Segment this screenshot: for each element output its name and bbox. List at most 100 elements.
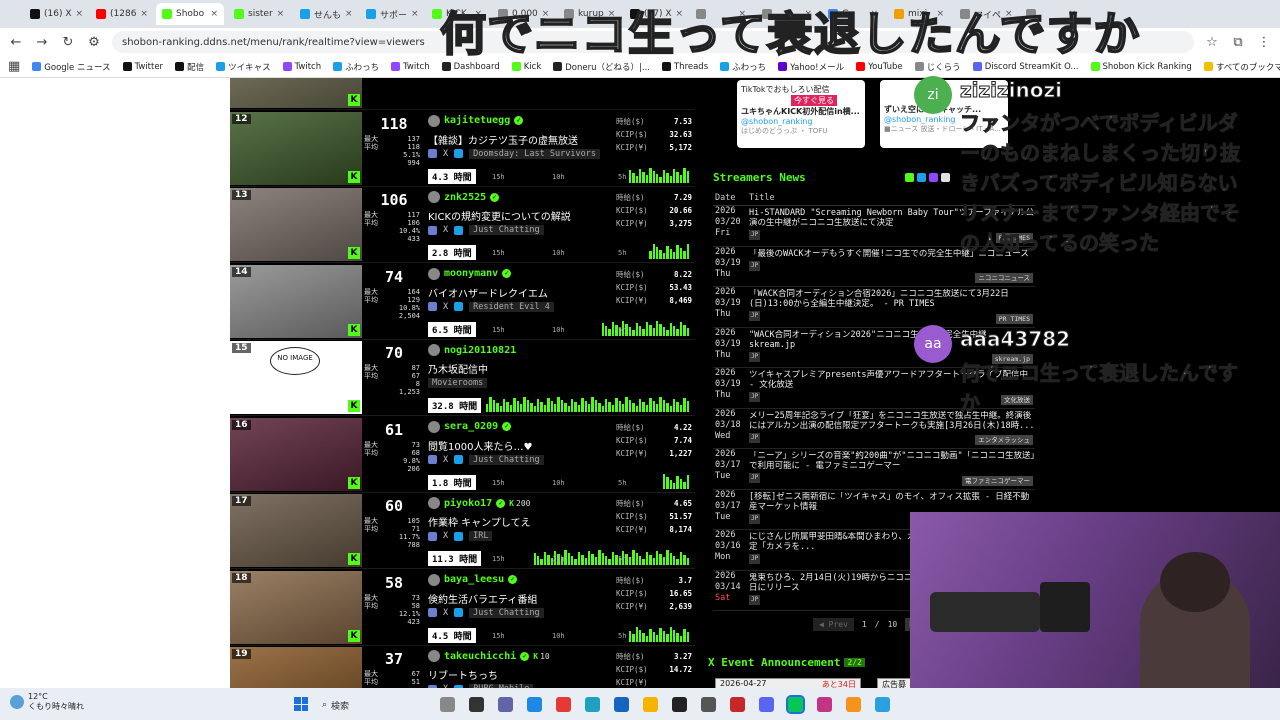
windows-start-icon[interactable] [294, 697, 308, 711]
category-label[interactable]: Just Chatting [469, 225, 544, 235]
bookmark-item[interactable]: ふわっち [333, 61, 379, 73]
tab-close-icon[interactable]: × [210, 9, 218, 19]
news-title-link[interactable]: 「WACK合同オーディション合宿2026」ニコニコ生放送にて3月22日(日)13… [749, 289, 1035, 309]
stream-thumbnail[interactable]: 12 K [230, 111, 362, 185]
channel-name-link[interactable]: piyoko17 ✓ K 200 [428, 497, 530, 509]
taskbar-line-icon[interactable] [786, 695, 805, 714]
taskbar-app-icon[interactable] [846, 697, 861, 712]
category-label[interactable]: Just Chatting [469, 607, 544, 618]
stream-title[interactable]: KICKの規約変更についての解説 [428, 208, 571, 223]
x-icon[interactable]: X [443, 302, 448, 312]
channel-name-link[interactable]: sera_0209 ✓ [428, 420, 512, 433]
twitcasting-icon[interactable] [454, 608, 464, 617]
bookmark-item[interactable]: 配信 [175, 61, 204, 73]
taskbar-terminal-icon[interactable] [469, 697, 484, 712]
channel-name-link[interactable]: moonymanv ✓ [428, 267, 512, 280]
stream-thumbnail[interactable]: NO IMAGE 15 K [230, 341, 362, 414]
taskbar-discord-icon[interactable] [759, 697, 774, 712]
browser-tab[interactable]: せんも × [294, 3, 356, 25]
ranking-row[interactable]: 18 K 58 最大 73 平均 58 12.1% 423 baya_leesu ✓ 倹約生活バラエテ… [230, 570, 695, 646]
taskbar-instagram-icon[interactable] [817, 697, 832, 712]
reload-icon[interactable]: ↻ [60, 35, 76, 50]
bookmark-item[interactable]: Twitter [122, 62, 163, 72]
stream-title[interactable]: バイオハザードレクイエム [428, 285, 548, 300]
channel-name-link[interactable]: takeuchicchi ✓ K 10 [428, 650, 550, 662]
event-ad-card[interactable]: 広告募 [877, 678, 911, 688]
tab-close-icon[interactable]: × [345, 9, 353, 19]
stream-title[interactable]: 倹約生活バラエティ番組 [428, 591, 537, 606]
stream-thumbnail[interactable]: 19K [230, 647, 362, 688]
taskbar-record-icon[interactable] [730, 697, 745, 712]
stream-title[interactable]: 乃木坂配信中 [428, 361, 488, 376]
browser-tab[interactable]: Shobo × [156, 3, 224, 25]
extensions-icon[interactable]: ⧉ [1230, 35, 1246, 50]
ranking-row[interactable]: 13 K 106 最大 117 平均 106 10.4% 433 znk2525 ✓ KICKの規約変… [230, 187, 695, 263]
kick-icon[interactable] [905, 173, 914, 182]
browser-tab[interactable]: sister × [228, 3, 290, 25]
stream-thumbnail[interactable]: 11K [230, 78, 362, 108]
tab-close-icon[interactable]: × [140, 9, 148, 19]
star-icon[interactable]: ☆ [1204, 35, 1220, 50]
twitcasting-icon[interactable] [917, 173, 926, 182]
taskbar-tool-icon[interactable] [875, 697, 890, 712]
taskbar-search[interactable]: ⌕ 検索 [322, 696, 392, 714]
stream-thumbnail[interactable]: 14 K [230, 264, 362, 338]
promo-account[interactable]: @shobon_ranking [741, 117, 861, 126]
category-label[interactable]: Just Chatting [469, 454, 544, 465]
tab-close-icon[interactable]: × [277, 9, 285, 19]
back-icon[interactable]: ← [8, 35, 24, 50]
twitcasting-icon[interactable] [454, 455, 464, 464]
tab-close-icon[interactable]: × [76, 9, 84, 19]
news-row[interactable]: 2026 03/19 Thu 「WACK合同オーディション合宿2026」ニコニコ生放送… [713, 287, 1035, 328]
site-info-icon[interactable]: ⚙ [86, 35, 102, 50]
taskbar-folder-icon[interactable] [643, 697, 658, 712]
bookmark-item[interactable]: Google ニュース [32, 61, 111, 73]
tab-close-icon[interactable]: × [411, 9, 419, 19]
x-icon[interactable]: X [443, 455, 448, 465]
browser-tab[interactable]: サポー × [360, 3, 422, 25]
taskbar-teams-icon[interactable] [498, 697, 513, 712]
stream-title[interactable]: 【雑談】カジテツ玉子の虚無放送 [428, 132, 578, 147]
taskbar-file-explorer-icon[interactable] [440, 697, 455, 712]
news-title-link[interactable]: 「ニーア」シリーズの音楽"約200曲"が"ニコニコ動画"「ニコニコ生放送」で利用… [749, 451, 1035, 471]
taskbar-steam-icon[interactable] [614, 697, 629, 712]
stream-thumbnail[interactable]: 16 K [230, 417, 362, 491]
twitcasting-icon[interactable] [454, 225, 464, 235]
stream-title[interactable]: リブートちっち [428, 667, 498, 682]
x-icon[interactable]: X [443, 608, 448, 618]
x-icon[interactable]: X [443, 225, 448, 235]
ranking-row[interactable]: 17 K 60 最大 105 平均 71 11.7% 788 piyoko17 ✓ K 200 作業枠 キ… [230, 493, 695, 569]
category-label[interactable]: Movierooms [428, 378, 488, 388]
promo-card-1[interactable]: TikTokでおもしろい配信 今すぐ見る ユキちゃんKICK初外配信in横...… [737, 80, 865, 148]
channel-name-link[interactable]: znk2525 ✓ [428, 191, 500, 203]
apps-icon[interactable]: ▦ [8, 59, 20, 74]
taskbar-edge-icon[interactable] [585, 697, 600, 712]
twitcasting-icon[interactable] [454, 149, 464, 158]
stream-thumbnail[interactable]: 13 K [230, 188, 362, 261]
category-label[interactable]: Doomsday: Last Survivors [469, 148, 600, 159]
forward-icon[interactable]: → [34, 35, 50, 50]
x-icon[interactable]: X [443, 149, 448, 159]
event-card[interactable]: 2026-04-27 あと34日 [715, 678, 861, 688]
prev-button[interactable]: ◀ Prev [813, 618, 854, 631]
channel-name-link[interactable]: baya_leesu ✓ [428, 573, 518, 586]
bookmark-item[interactable]: Twitch [391, 62, 430, 72]
twitcasting-icon[interactable] [454, 302, 464, 311]
category-label[interactable]: IRL [469, 531, 493, 541]
bookmark-item[interactable]: すべてのブックマーク [1203, 61, 1280, 73]
twitcasting-icon[interactable] [454, 531, 464, 541]
ranking-row[interactable]: 12 K 118 最大 137 平均 118 5.1% 994 kajitetuegg ✓ 【雑談】カ… [230, 111, 695, 187]
news-row[interactable]: 2026 03/17 Tue 「ニーア」シリーズの音楽"約200曲"が"ニコニコ動画"… [713, 449, 1035, 490]
stream-thumbnail[interactable]: 18 K [230, 570, 362, 644]
taskbar-copilot-icon[interactable] [527, 697, 542, 712]
niconico-icon[interactable] [941, 173, 950, 182]
twitch-icon[interactable] [929, 173, 938, 182]
taskbar-obs-icon[interactable] [672, 697, 687, 712]
ranking-row[interactable]: 19K37最大67平均51takeuchicchi✓K10リブートちっちXPUB… [230, 646, 695, 688]
bookmark-item[interactable]: ツイキャス [216, 61, 271, 73]
category-label[interactable]: Resident Evil 4 [469, 301, 554, 312]
bookmark-item[interactable]: Twitch [282, 62, 321, 72]
taskbar-chrome-icon[interactable] [556, 697, 571, 712]
browser-tab[interactable]: (16) X × [24, 3, 86, 25]
ranking-row[interactable]: 14 K 74 最大 164 平均 129 10.8% 2,504 moonymanv ✓ バイオハザ… [230, 264, 695, 340]
